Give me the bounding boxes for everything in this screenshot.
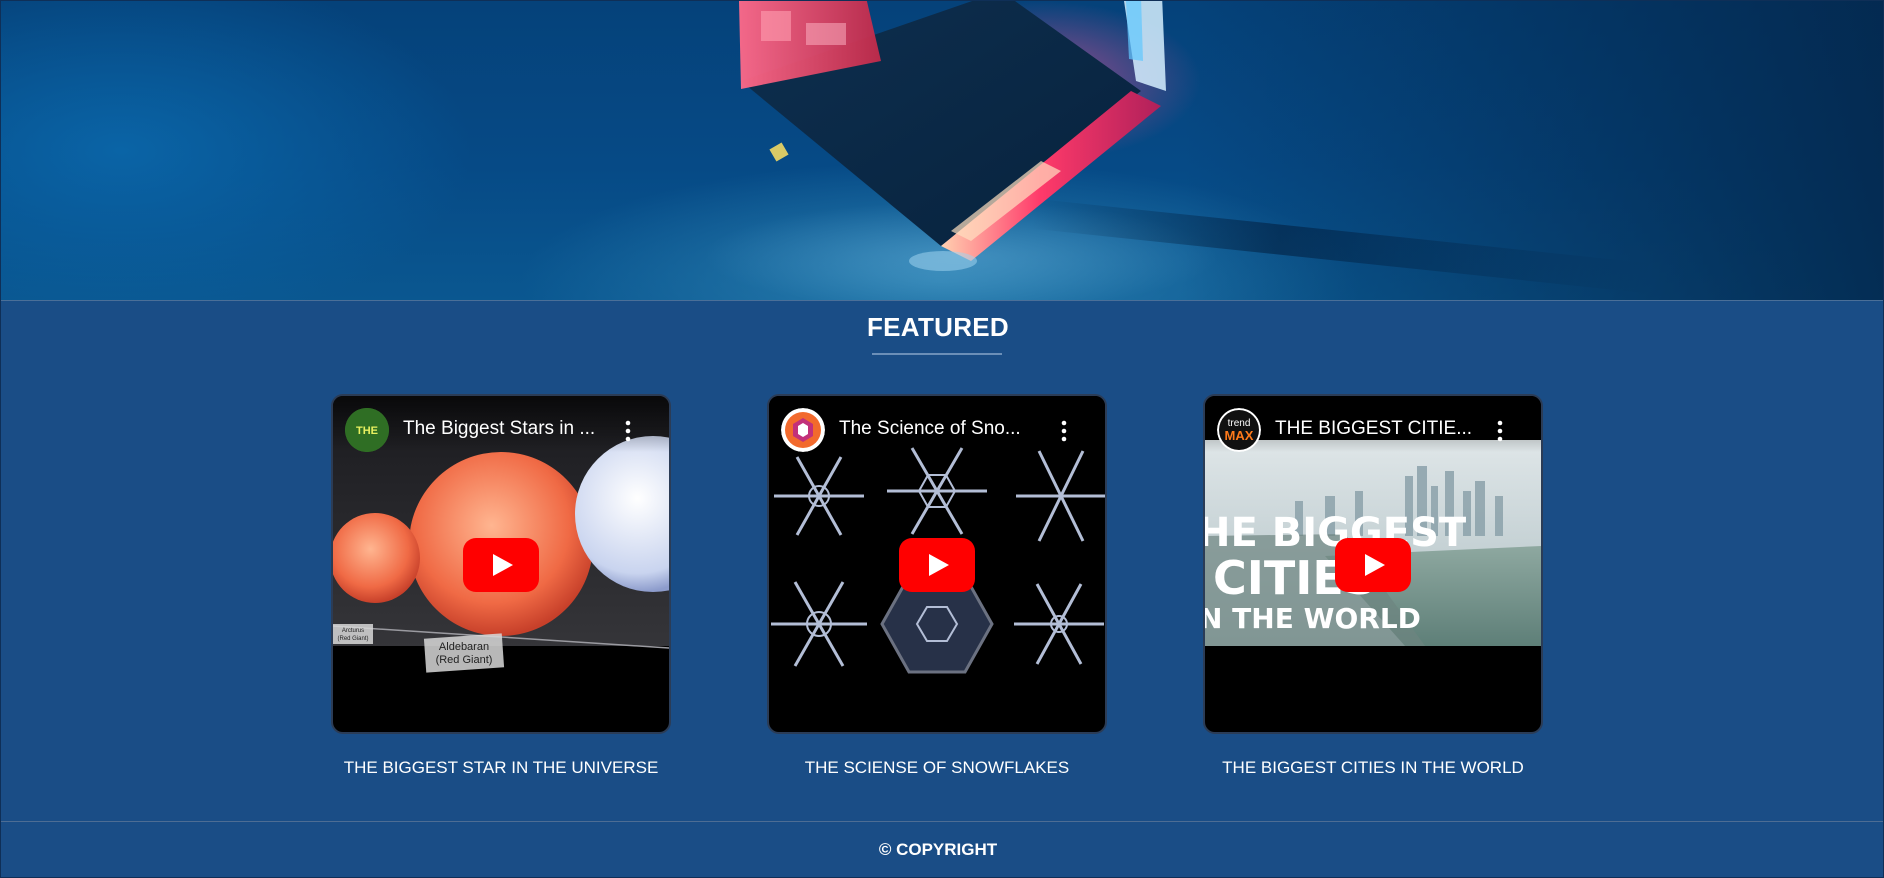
thumb-text-line3: N THE WORLD <box>1205 602 1421 635</box>
video-embed-stars[interactable]: Aldebaran (Red Giant) Arcturus (Red Gian… <box>331 394 671 734</box>
featured-heading: FEATURED <box>866 312 1010 342</box>
video-embed-cities[interactable]: HE BIGGEST CITIES N THE WORLD trend MAX … <box>1203 394 1543 734</box>
more-vert-icon[interactable] <box>1497 420 1503 442</box>
svg-text:THE: THE <box>356 425 378 437</box>
more-vert-icon[interactable] <box>1061 420 1067 442</box>
video-title[interactable]: The Science of Sno... <box>839 418 1049 440</box>
hero-prism-cube-image <box>739 1 1201 271</box>
video-caption: THE BIGGEST CITIES IN THE WORLD <box>1222 758 1524 777</box>
footer-copyright: © COPYRIGHT <box>878 840 998 859</box>
channel-logo-icon <box>781 408 825 452</box>
video-title[interactable]: THE BIGGEST CITIE... <box>1275 418 1485 440</box>
play-icon[interactable] <box>463 538 539 592</box>
play-icon[interactable] <box>1335 538 1411 592</box>
hero-banner <box>1 1 1883 301</box>
channel-avatar[interactable]: THE <box>345 408 389 452</box>
video-caption: THE SCIENSE OF SNOWFLAKES <box>804 758 1070 777</box>
channel-avatar[interactable] <box>781 408 825 452</box>
thumb-label-aldebaran: Aldebaran <box>439 641 489 653</box>
video-title[interactable]: The Biggest Stars in ... <box>403 418 613 440</box>
hero-right-shade <box>1183 1 1883 300</box>
channel-logo-icon: THE <box>345 408 389 452</box>
channel-avatar[interactable]: trend MAX <box>1217 408 1261 452</box>
channel-logo-icon: trend MAX <box>1217 408 1261 452</box>
svg-text:MAX: MAX <box>1225 428 1254 443</box>
featured-underline <box>872 353 1002 355</box>
thumb-label-aldebaran-sub: (Red Giant) <box>436 654 493 666</box>
thumb-label-arcturus: Arcturus <box>342 628 364 634</box>
more-vert-icon[interactable] <box>625 420 631 442</box>
video-caption: THE BIGGEST STAR IN THE UNIVERSE <box>343 758 659 777</box>
video-embed-snowflakes[interactable]: The Science of Sno... <box>767 394 1107 734</box>
footer-divider <box>1 821 1883 822</box>
play-icon[interactable] <box>899 538 975 592</box>
thumb-label-arcturus-sub: (Red Giant) <box>337 636 368 642</box>
